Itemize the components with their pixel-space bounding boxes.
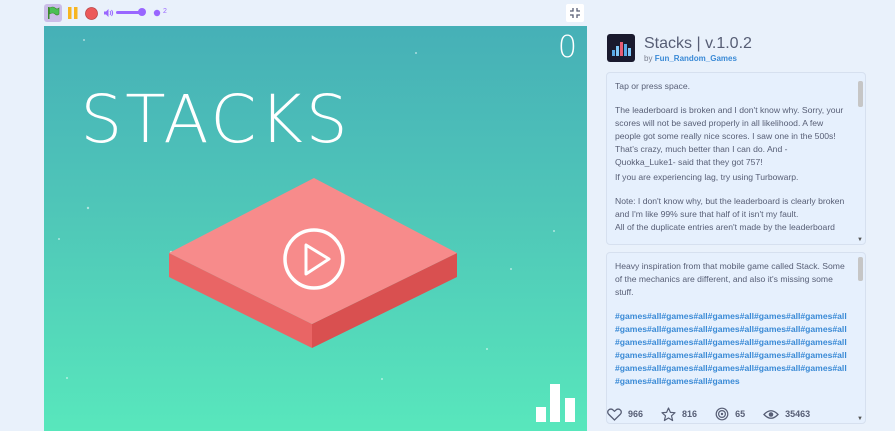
- green-flag-button[interactable]: [44, 4, 62, 22]
- instructions-paragraph: Note: I don't know why, but the leaderbo…: [615, 196, 845, 219]
- project-sidebar: Stacks | v.1.0.2 by Fun_Random_Games Tap…: [600, 26, 895, 431]
- view-stat: 35463: [763, 409, 810, 420]
- heart-icon: [607, 407, 622, 421]
- notes-text-block: Heavy inspiration from that mobile game …: [607, 253, 855, 395]
- green-flag-icon: [48, 6, 60, 19]
- instructions-text: Tap or press space. The leaderboard is b…: [607, 73, 855, 241]
- volume-icon: [104, 9, 114, 17]
- game-stage[interactable]: 0 STACKS: [44, 26, 587, 431]
- remix-icon: [715, 407, 729, 421]
- project-thumbnail[interactable]: [607, 34, 635, 62]
- author-prefix: by: [644, 54, 653, 63]
- instructions-panel[interactable]: Tap or press space. The leaderboard is b…: [606, 72, 866, 245]
- score-counter: 0: [557, 30, 577, 65]
- app-root: 2 0 STACKS Stacks | v.1.0.2 by Fun_Rando…: [0, 0, 895, 431]
- eye-icon: [763, 409, 779, 419]
- notes-scrollbar-thumb[interactable]: [858, 257, 863, 281]
- clone-icon: [153, 9, 161, 17]
- pause-icon: [68, 7, 78, 19]
- clone-counter: [152, 4, 162, 22]
- remix-count: 65: [735, 409, 746, 419]
- love-count: 966: [628, 409, 644, 419]
- love-stat[interactable]: 966: [607, 407, 644, 421]
- notes-text: Heavy inspiration from that mobile game …: [615, 261, 845, 297]
- remix-stat[interactable]: 65: [715, 407, 745, 421]
- fullscreen-button[interactable]: [566, 4, 584, 22]
- star-icon: [661, 406, 676, 421]
- author-link[interactable]: Fun_Random_Games: [655, 54, 737, 63]
- author-line: by Fun_Random_Games: [644, 54, 737, 63]
- instructions-scrollbar-thumb[interactable]: [858, 81, 863, 107]
- project-title: Stacks | v.1.0.2: [644, 35, 752, 52]
- leaderboard-icon[interactable]: [536, 384, 575, 422]
- instructions-scroll-down-icon[interactable]: ▼: [857, 237, 863, 243]
- clone-count-label: 2: [163, 8, 167, 15]
- player-toolbar: 2: [0, 0, 895, 26]
- instructions-paragraph: The leaderboard is broken and I don't kn…: [615, 105, 844, 167]
- notes-scroll-down-icon[interactable]: ▼: [857, 416, 863, 422]
- game-title: STACKS: [80, 81, 351, 158]
- instructions-paragraph: Tap or press space.: [615, 81, 690, 91]
- stop-button[interactable]: [84, 4, 98, 22]
- fullscreen-icon: [570, 8, 580, 18]
- project-logo-icon: [612, 42, 631, 56]
- view-count: 35463: [785, 409, 811, 419]
- stop-icon: [84, 6, 98, 20]
- notes-panel[interactable]: Heavy inspiration from that mobile game …: [606, 252, 866, 424]
- favorite-count: 816: [682, 409, 698, 419]
- instructions-paragraph: If you are experiencing lag, try using T…: [615, 172, 799, 182]
- instructions-paragraph: All of the duplicate entries aren't made…: [615, 222, 835, 232]
- notes-tags: #games#all#games#all#games#all#games#all…: [615, 311, 847, 386]
- favorite-stat[interactable]: 816: [661, 406, 698, 422]
- volume-slider-handle[interactable]: [138, 8, 146, 16]
- volume-button[interactable]: [102, 4, 116, 22]
- pause-button[interactable]: [66, 4, 80, 22]
- project-stats: 966 816 65 35463: [607, 406, 828, 422]
